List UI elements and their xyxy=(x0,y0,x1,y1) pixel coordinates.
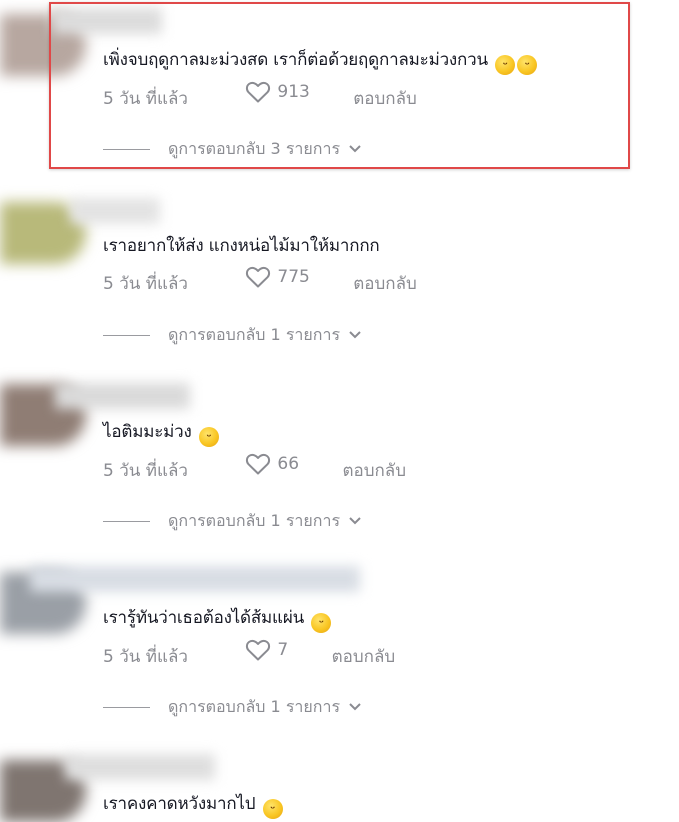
comment-text: เราอยากให้ส่ง แกงหน่อไม้มาให้มากกก xyxy=(103,234,380,258)
comment-text-body: เราอยากให้ส่ง แกงหน่อไม้มาให้มากกก xyxy=(103,236,380,256)
like-button[interactable]: 913 xyxy=(245,80,310,104)
comment-age: 5 วัน ที่แล้ว xyxy=(103,89,188,109)
username-blurred[interactable] xyxy=(65,754,215,780)
reply-button[interactable]: ตอบกลับ xyxy=(353,274,417,294)
heart-icon xyxy=(246,81,271,103)
username-blurred[interactable] xyxy=(55,383,190,409)
comment-text-body: ไอติมมะม่วง xyxy=(103,422,192,442)
comment-age: 5 วัน ที่แล้ว xyxy=(103,461,188,481)
comment-meta: 5 วัน ที่แล้ว 775 ตอบกลับ xyxy=(103,265,417,296)
reply-button[interactable]: ตอบกลับ xyxy=(342,461,406,481)
comment-text: เพิ่งจบฤดูกาลมะม่วงสด เราก็ต่อด้วยฤดูกาล… xyxy=(103,48,538,75)
rolling-on-the-floor-laughing-icon: ᵕ xyxy=(262,799,283,819)
divider xyxy=(103,334,150,336)
like-count: 7 xyxy=(277,640,289,660)
view-replies-label: ดูการตอบกลับ 1 รายการ xyxy=(168,325,341,344)
like-count: 775 xyxy=(277,267,310,287)
username-blurred[interactable] xyxy=(70,198,160,224)
divider xyxy=(103,520,150,522)
divider xyxy=(103,148,150,150)
chevron-down-icon xyxy=(349,517,361,525)
view-replies-button[interactable]: ดูการตอบกลับ 1 รายการ xyxy=(103,510,362,532)
heart-icon xyxy=(246,266,271,288)
like-button[interactable]: 66 xyxy=(245,452,299,476)
comment-text-body: เรารู้ทันว่าเธอต้องได้ส้มแผ่น xyxy=(103,608,304,628)
view-replies-button[interactable]: ดูการตอบกลับ 1 รายการ xyxy=(103,324,362,346)
reply-button[interactable]: ตอบกลับ xyxy=(353,89,417,109)
view-replies-label: ดูการตอบกลับ 1 รายการ xyxy=(168,697,341,716)
chevron-down-icon xyxy=(349,331,361,339)
chevron-down-icon xyxy=(349,145,361,153)
like-button[interactable]: 775 xyxy=(245,265,310,289)
comment-text-body: เราคงคาดหวังมากไป xyxy=(103,794,256,814)
comment-age: 5 วัน ที่แล้ว xyxy=(103,274,188,294)
comment-age: 5 วัน ที่แล้ว xyxy=(103,647,188,667)
face-with-tears-of-joy-icon: ᵕ xyxy=(517,55,538,75)
comment-text: ไอติมมะม่วง ᵕ xyxy=(103,420,219,447)
chevron-down-icon xyxy=(349,703,361,711)
comment-meta: 5 วัน ที่แล้ว 913 ตอบกลับ xyxy=(103,80,417,111)
face-with-tears-of-joy-icon: ᵕ xyxy=(495,55,516,75)
grinning-face-with-sweat-icon: ᵕ xyxy=(311,613,332,633)
view-replies-label: ดูการตอบกลับ 3 รายการ xyxy=(168,139,341,158)
heart-icon xyxy=(246,639,271,661)
like-count: 66 xyxy=(277,454,300,474)
username-blurred[interactable] xyxy=(30,566,360,592)
comment-meta: 5 วัน ที่แล้ว 66 ตอบกลับ xyxy=(103,452,406,483)
username-blurred[interactable] xyxy=(52,8,162,34)
view-replies-button[interactable]: ดูการตอบกลับ 1 รายการ xyxy=(103,696,362,718)
comment-text: เราคงคาดหวังมากไป ᵕ xyxy=(103,792,283,819)
rolling-on-the-floor-laughing-icon: ᵕ xyxy=(198,427,219,447)
comment-meta: 5 วัน ที่แล้ว 7 ตอบกลับ xyxy=(103,638,395,669)
comment-text-body: เพิ่งจบฤดูกาลมะม่วงสด เราก็ต่อด้วยฤดูกาล… xyxy=(103,50,488,70)
view-replies-button[interactable]: ดูการตอบกลับ 3 รายการ xyxy=(103,138,362,160)
like-count: 913 xyxy=(277,82,310,102)
divider xyxy=(103,706,150,708)
reply-button[interactable]: ตอบกลับ xyxy=(332,647,396,667)
comment-text: เรารู้ทันว่าเธอต้องได้ส้มแผ่น ᵕ xyxy=(103,606,332,633)
heart-icon xyxy=(246,453,271,475)
like-button[interactable]: 7 xyxy=(245,638,288,662)
view-replies-label: ดูการตอบกลับ 1 รายการ xyxy=(168,511,341,530)
